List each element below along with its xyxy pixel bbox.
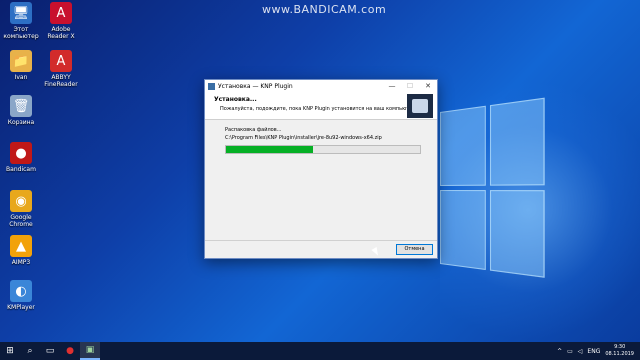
volume-icon[interactable]: ◁ [578, 348, 583, 355]
desktop-icon-label: ABBYY FineReader [44, 74, 78, 88]
dialog-body: Распаковка файлов... C:\Program Files\KN… [205, 120, 437, 241]
installer-logo-icon [407, 94, 433, 118]
clock[interactable]: 9:30 08.11.2019 [605, 344, 634, 358]
this-pc-icon: 🖥 [10, 2, 32, 24]
desktop-icon-label: Adobe Reader X [47, 26, 75, 40]
installer-app-icon [208, 82, 215, 90]
desktop-icon-kmplayer[interactable]: ◐ KMPlayer [0, 280, 42, 311]
taskbar: ⊞ ⌕ ▭ ● ▣ ^ ▭ ◁ ENG 9:30 08.11.2019 [0, 342, 640, 360]
desktop-icon-abbyy[interactable]: A ABBYY FineReader [40, 50, 82, 88]
bandicam-taskbar-icon[interactable]: ● [60, 342, 80, 360]
desktop-icon-adobe-reader[interactable]: A Adobe Reader X [40, 2, 82, 40]
search-icon[interactable]: ⌕ [20, 342, 40, 360]
tray-chevron-icon[interactable]: ^ [557, 348, 562, 355]
minimize-button[interactable]: — [383, 80, 401, 92]
header-title: Установка... [214, 96, 257, 103]
logo-pane [440, 105, 486, 186]
bandicam-icon: ● [10, 142, 32, 164]
abbyy-icon: A [50, 50, 72, 72]
adobe-reader-icon: A [50, 2, 72, 24]
progress-bar [225, 145, 421, 154]
progress-fill [226, 146, 314, 153]
desktop-icon-recycle-bin[interactable]: 🗑 Корзина [0, 95, 42, 126]
task-view-icon[interactable]: ▭ [40, 342, 60, 360]
desktop-icon-label: Корзина [7, 119, 35, 126]
language-indicator[interactable]: ENG [587, 348, 600, 355]
logo-pane [440, 190, 486, 271]
dialog-titlebar[interactable]: Установка — KNP Plugin — ☐ ✕ [205, 80, 437, 92]
desktop-icon-aimp[interactable]: ▲ AIMP3 [0, 235, 42, 266]
desktop-icon-this-pc[interactable]: 🖥 Этот компьютер [0, 2, 42, 40]
desktop-icon-label: AIMP3 [11, 259, 31, 266]
installer-taskbar-icon[interactable]: ▣ [80, 342, 100, 360]
footer-divider [205, 240, 437, 241]
close-button[interactable]: ✕ [419, 80, 437, 92]
bandicam-watermark: www.BANDICAM.com [262, 3, 387, 16]
installer-dialog: Установка — KNP Plugin — ☐ ✕ Установка..… [204, 79, 438, 259]
logo-pane [489, 190, 545, 278]
desktop-icon-label: Bandicam [6, 166, 36, 173]
start-button[interactable]: ⊞ [0, 342, 20, 360]
cancel-button[interactable]: Отмена [396, 244, 433, 255]
user-folder-icon: 📁 [10, 50, 32, 72]
logo-pane [489, 97, 545, 186]
header-subtitle: Пожалуйста, подождите, пока KNP Plugin у… [220, 106, 418, 112]
clock-time: 9:30 [614, 344, 626, 350]
desktop-icon-bandicam[interactable]: ● Bandicam [0, 142, 42, 173]
desktop-icon-user-folder[interactable]: 📁 Ivan [0, 50, 42, 81]
file-path: C:\Program Files\KNP Plugin\installer\jr… [225, 135, 382, 141]
kmplayer-icon: ◐ [10, 280, 32, 302]
windows-logo-wallpaper [440, 97, 551, 282]
desktop-icon-label: Ivan [14, 74, 28, 81]
status-label: Распаковка файлов... [225, 127, 282, 133]
clock-date: 08.11.2019 [605, 351, 634, 357]
desktop-icon-label: Google Chrome [9, 214, 33, 228]
system-tray: ^ ▭ ◁ ENG 9:30 08.11.2019 [557, 342, 640, 360]
network-icon[interactable]: ▭ [567, 348, 573, 355]
desktop-icon-google-chrome[interactable]: ◉ Google Chrome [0, 190, 42, 228]
desktop-icon-label: Этот компьютер [3, 26, 39, 40]
google-chrome-icon: ◉ [10, 190, 32, 212]
desktop-icon-label: KMPlayer [7, 304, 35, 311]
aimp-icon: ▲ [10, 235, 32, 257]
maximize-button[interactable]: ☐ [401, 80, 419, 92]
dialog-title: Установка — KNP Plugin [218, 82, 293, 90]
recycle-bin-icon: 🗑 [10, 95, 32, 117]
dialog-header: Установка... Пожалуйста, подождите, пока… [205, 92, 437, 120]
